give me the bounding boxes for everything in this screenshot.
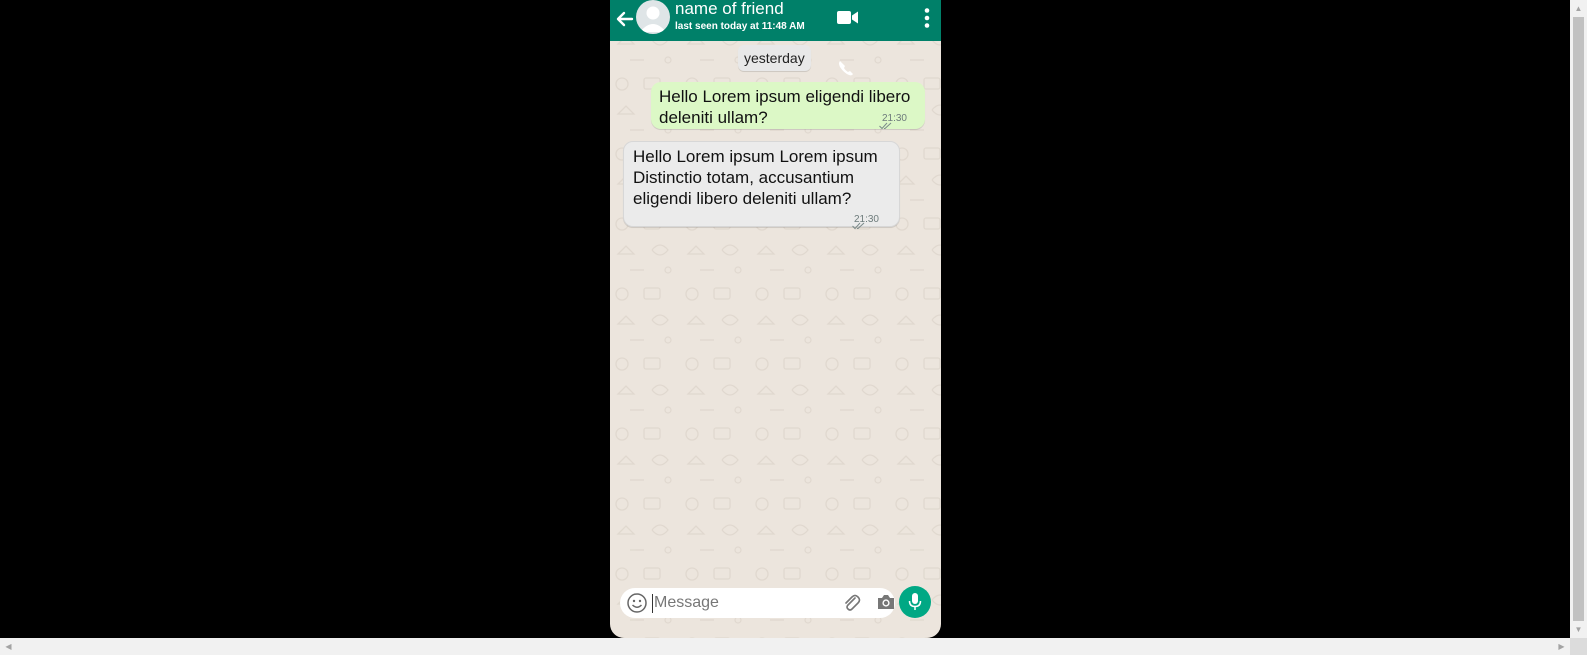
more-vert-icon[interactable] bbox=[921, 7, 933, 29]
scroll-right-arrow-icon[interactable]: ▶ bbox=[1553, 638, 1570, 655]
vertical-scrollbar[interactable]: ▲ ▼ bbox=[1570, 0, 1587, 638]
page-viewport: name of friend last seen today at 11:48 … bbox=[0, 0, 1570, 638]
emoji-icon[interactable] bbox=[626, 592, 648, 614]
scroll-left-arrow-icon[interactable]: ◀ bbox=[0, 638, 17, 655]
contact-name[interactable]: name of friend bbox=[675, 0, 784, 19]
double-check-icon bbox=[879, 122, 892, 130]
back-arrow-icon[interactable] bbox=[614, 8, 636, 30]
chat-header: name of friend last seen today at 11:48 … bbox=[610, 0, 941, 41]
phone-icon bbox=[839, 61, 853, 76]
camera-icon[interactable] bbox=[876, 593, 896, 611]
double-check-icon bbox=[852, 222, 865, 230]
video-call-icon[interactable] bbox=[837, 10, 859, 25]
avatar-icon bbox=[640, 6, 666, 32]
scrollbar-corner bbox=[1570, 638, 1587, 655]
scroll-down-arrow-icon[interactable]: ▼ bbox=[1570, 621, 1587, 638]
scroll-up-arrow-icon[interactable]: ▲ bbox=[1570, 0, 1587, 17]
mic-button[interactable] bbox=[899, 586, 931, 618]
mic-icon bbox=[908, 593, 922, 610]
date-separator: yesterday bbox=[738, 45, 811, 71]
scroll-thumb[interactable] bbox=[1573, 17, 1584, 621]
text-caret bbox=[652, 594, 653, 613]
message-text: Hello Lorem ipsum Lorem ipsum Distinctio… bbox=[633, 147, 878, 208]
message-composer bbox=[620, 588, 895, 618]
avatar[interactable] bbox=[636, 0, 670, 34]
attach-icon[interactable] bbox=[842, 593, 862, 613]
outgoing-message[interactable]: Hello Lorem ipsum eligendi libero deleni… bbox=[651, 82, 925, 130]
message-input[interactable] bbox=[654, 591, 824, 615]
horizontal-scrollbar[interactable]: ◀ ▶ bbox=[0, 638, 1570, 655]
last-seen-status: last seen today at 11:48 AM bbox=[675, 21, 805, 32]
incoming-message[interactable]: Hello Lorem ipsum Lorem ipsum Distinctio… bbox=[623, 141, 900, 230]
chat-window: name of friend last seen today at 11:48 … bbox=[610, 0, 941, 638]
